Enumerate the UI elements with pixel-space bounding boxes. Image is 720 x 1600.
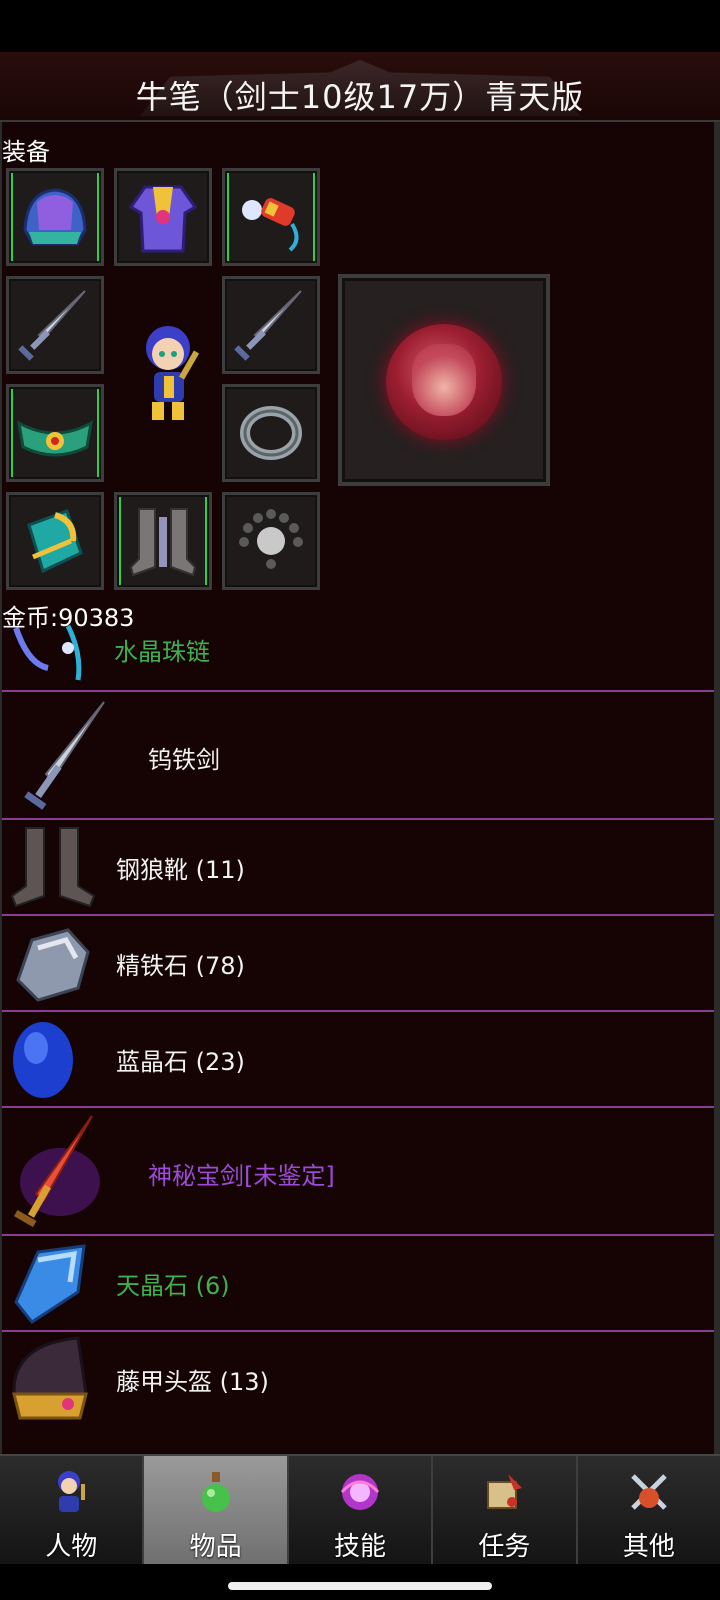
tab-label: 任务 (478, 1532, 531, 1562)
tiger-emblem-icon (386, 324, 502, 440)
title-bar: 牛笔（剑士10级17万）青天版 (0, 52, 720, 123)
crystal-necklace-icon (13, 624, 82, 681)
blue-gem-icon (13, 1022, 73, 1098)
bead-necklace-icon (239, 509, 303, 569)
inventory-item[interactable]: 蓝晶石 (23) (2, 1012, 714, 1108)
tab-label: 物品 (189, 1532, 242, 1562)
sword-icon (18, 290, 86, 361)
equip-slot-belt[interactable] (6, 384, 104, 482)
item-name: 藤甲头盔 (13) (116, 1368, 269, 1396)
vine-helmet-icon (12, 1336, 88, 1420)
skill-orb-icon (340, 1474, 380, 1510)
equip-slot-necklace[interactable] (222, 492, 320, 590)
inventory-item[interactable]: 水晶珠链 (2, 622, 714, 692)
equipment-panel: 装备 金币:90383 水晶珠链 钨铁剑 钢狼靴 (11) 精铁石 (78) 蓝… (0, 122, 720, 1454)
inventory-item[interactable]: 神秘宝剑[未鉴定] (2, 1108, 714, 1236)
tab-character[interactable]: 人物 (0, 1456, 145, 1566)
crossed-swords-icon (631, 1474, 667, 1510)
tab-label: 技能 (334, 1532, 387, 1562)
equip-slot-weapon-right[interactable] (222, 276, 320, 374)
potion-icon (201, 1472, 230, 1512)
helmet-icon (23, 188, 87, 246)
equip-slot-weapon-left[interactable] (6, 276, 104, 374)
inventory-item[interactable]: 钢狼靴 (11) (2, 820, 714, 916)
character-icon (58, 1471, 86, 1512)
item-name: 钢狼靴 (11) (116, 856, 245, 884)
boots-icon (129, 508, 197, 577)
ring-icon (240, 406, 302, 460)
equipment-section-label: 装备 (2, 138, 50, 166)
iron-ore-icon (16, 928, 90, 1002)
equip-slot-ring[interactable] (222, 384, 320, 482)
character-avatar[interactable] (134, 320, 214, 432)
tab-skills[interactable]: 技能 (289, 1456, 434, 1566)
equip-slot-helmet[interactable] (6, 168, 104, 266)
bottom-tab-bar: 人物 物品 技能 任务 其他 (0, 1454, 720, 1566)
quest-scroll-icon (487, 1474, 523, 1509)
bracer-icon (27, 509, 83, 574)
item-name: 神秘宝剑[未鉴定] (148, 1162, 335, 1190)
sky-crystal-icon (14, 1244, 86, 1325)
tassel-charm-icon (242, 198, 299, 252)
inventory-item[interactable]: 天晶石 (6) (2, 1236, 714, 1332)
item-name: 钨铁剑 (148, 746, 220, 774)
tab-label: 其他 (622, 1532, 675, 1562)
gem-slot[interactable] (338, 274, 550, 486)
item-name: 蓝晶石 (23) (116, 1048, 245, 1076)
tab-other[interactable]: 其他 (578, 1456, 720, 1566)
equip-slot-boots[interactable] (114, 492, 212, 590)
sword-icon (24, 701, 105, 810)
equip-slot-bracer[interactable] (6, 492, 104, 590)
tab-items[interactable]: 物品 (144, 1456, 289, 1566)
item-name: 天晶石 (6) (116, 1272, 230, 1300)
home-indicator[interactable] (228, 1582, 492, 1590)
tab-label: 人物 (45, 1532, 98, 1562)
tab-quests[interactable]: 任务 (433, 1456, 578, 1566)
item-name: 水晶珠链 (114, 638, 210, 666)
belt-icon (17, 420, 93, 457)
boots-icon (10, 827, 96, 908)
sword-icon (234, 290, 302, 361)
robe-armor-icon (128, 185, 198, 253)
equip-slot-charm[interactable] (222, 168, 320, 266)
item-name: 精铁石 (78) (116, 952, 245, 980)
inventory-item[interactable]: 藤甲头盔 (13) (2, 1332, 714, 1428)
inventory-item[interactable]: 钨铁剑 (2, 692, 714, 820)
inventory-item[interactable]: 精铁石 (78) (2, 916, 714, 1012)
equip-slot-armor[interactable] (114, 168, 212, 266)
fire-sword-icon (13, 1115, 100, 1228)
status-bar (0, 0, 720, 52)
page-title: 牛笔（剑士10级17万）青天版 (135, 78, 585, 116)
